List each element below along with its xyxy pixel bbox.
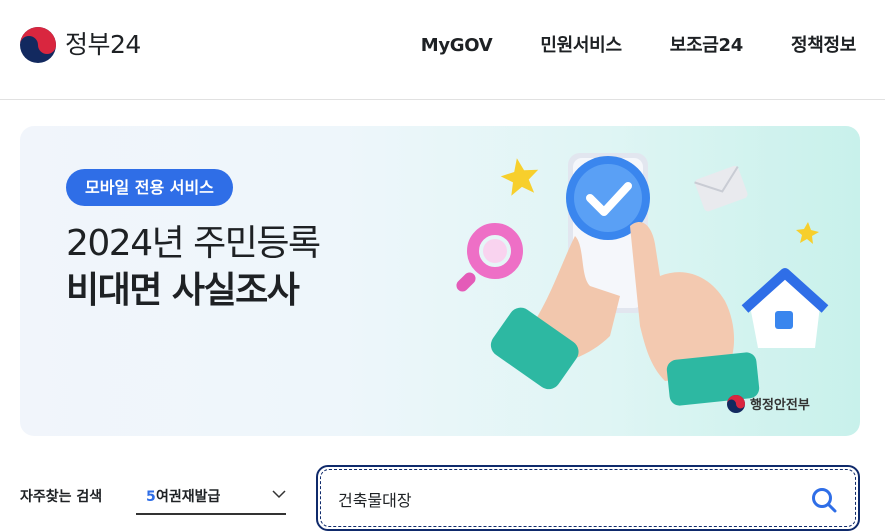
mobile-only-badge: 모바일 전용 서비스 (66, 169, 233, 206)
search-box (316, 465, 860, 531)
nav-item-policy-info[interactable]: 정책정보 (791, 34, 856, 58)
nav-item-civil-service[interactable]: 민원서비스 (540, 34, 622, 58)
banner-title-line2: 비대면 사실조사 (66, 270, 300, 311)
nav-item-subsidy24[interactable]: 보조금24 (670, 34, 744, 58)
promo-banner[interactable]: 모바일 전용 서비스 2024년 주민등록 비대면 사실조사 행정안전부 (20, 126, 860, 436)
main-nav: MyGOV 민원서비스 보조금24 정책정보 (373, 34, 857, 58)
magnifier-icon (456, 223, 523, 292)
nav-item-mygov[interactable]: MyGOV (421, 34, 493, 58)
site-header: 정부24 MyGOV 민원서비스 보조금24 정책정보 (0, 0, 885, 100)
search-button[interactable] (810, 486, 838, 514)
taegeuk-logo-icon (20, 27, 56, 63)
banner-title-line1: 2024년 주민등록 (66, 223, 321, 264)
frequent-term: 여권재발급 (156, 489, 221, 505)
phone-hand-illustration (456, 153, 829, 406)
ministry-credit: 행정안전부 (727, 394, 810, 413)
star-icon (500, 158, 539, 196)
chevron-down-icon (272, 490, 286, 499)
search-icon (812, 488, 837, 513)
envelope-icon (694, 165, 748, 212)
logo-text: 정부24 (65, 30, 141, 59)
ministry-name: 행정안전부 (750, 398, 810, 413)
frequent-search-label: 자주찾는 검색 (20, 489, 103, 505)
frequent-rank: 5 (146, 489, 156, 505)
site-logo[interactable]: 정부24 (20, 27, 141, 63)
frequent-search-dropdown[interactable]: 5 여권재발급 (136, 479, 286, 515)
house-icon (741, 268, 829, 348)
taegeuk-small-icon (727, 394, 745, 413)
search-input[interactable] (338, 487, 778, 511)
